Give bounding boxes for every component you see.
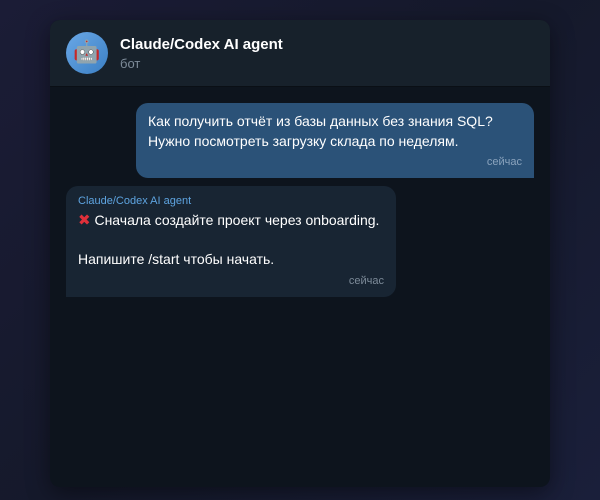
message-line: Напишите /start чтобы начать. xyxy=(78,251,275,267)
chat-subtitle: бот xyxy=(120,56,141,71)
bot-avatar[interactable]: 🤖 xyxy=(66,32,108,74)
chat-window: 🤖 Claude/Codex AI agent бот Как получить… xyxy=(50,20,550,487)
robot-icon: 🤖 xyxy=(73,40,101,65)
outgoing-message[interactable]: Как получить отчёт из базы данных без зн… xyxy=(136,103,534,178)
message-line: Как получить отчёт из базы данных без зн… xyxy=(148,113,493,129)
message-line: Нужно посмотреть загрузку склада по неде… xyxy=(148,133,459,149)
message-time: сейчас xyxy=(348,275,384,287)
cross-mark-icon: ✖ xyxy=(78,211,91,229)
message-list[interactable]: Как получить отчёт из базы данных без зн… xyxy=(50,87,550,487)
line-spacer xyxy=(78,230,384,249)
chat-header[interactable]: 🤖 Claude/Codex AI agent бот xyxy=(50,20,550,87)
message-time: сейчас xyxy=(486,156,522,168)
incoming-message[interactable]: Claude/Codex AI agent ✖ Сначала создайте… xyxy=(66,186,396,297)
chat-title: Claude/Codex AI agent xyxy=(120,36,283,53)
message-text: ✖ Сначала создайте проект через onboardi… xyxy=(78,210,384,269)
message-text: Как получить отчёт из базы данных без зн… xyxy=(148,111,522,151)
message-line: ✖ Сначала создайте проект через onboardi… xyxy=(78,210,384,230)
message-line-text: Сначала создайте проект через onboarding… xyxy=(94,212,380,228)
sender-name[interactable]: Claude/Codex AI agent xyxy=(78,194,384,208)
